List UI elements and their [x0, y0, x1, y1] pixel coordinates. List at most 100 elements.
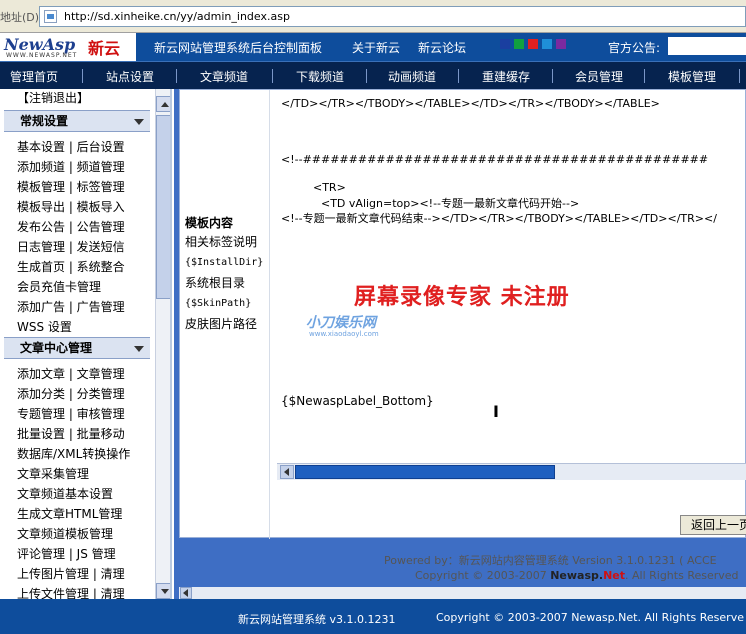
nav-divider: [644, 69, 645, 83]
sidebar-item[interactable]: 添加文章 | 文章管理: [17, 365, 125, 382]
sidebar-item[interactable]: 模板导出 | 模板导入: [17, 198, 125, 215]
nav-divider: [366, 69, 367, 83]
scroll-left-button[interactable]: [280, 465, 294, 479]
sidebar-item[interactable]: WSS 设置: [17, 318, 72, 335]
text-cursor-icon: I: [493, 402, 499, 421]
sidebar-item[interactable]: 上传图片管理 | 清理: [17, 565, 125, 582]
copyright-net: Net: [603, 569, 625, 582]
footer-version: 新云网站管理系统 v3.1.0.1231: [238, 613, 396, 626]
scroll-down-button[interactable]: [156, 583, 170, 599]
announcement-box: [668, 37, 746, 55]
sidebar-item[interactable]: 评论管理 | JS 管理: [17, 545, 116, 562]
sidebar-scrollbar[interactable]: [155, 89, 170, 599]
code-line: </TD></TR></TBODY></TABLE></TD></TR></TB…: [281, 97, 660, 110]
url-text: http://sd.xinheike.cn/yy/admin_index.asp: [64, 10, 290, 23]
sidebar-item[interactable]: 文章采集管理: [17, 465, 89, 482]
sidebar-section-articles[interactable]: 文章中心管理: [4, 337, 150, 359]
logo: NewAsp 新云 WWW.NEWASP.NET: [0, 33, 136, 61]
copyright-prefix: Copyright © 2003-2007: [415, 569, 551, 582]
nav-item-articles[interactable]: 文章频道: [200, 68, 248, 85]
nav-item-members[interactable]: 会员管理: [575, 68, 623, 85]
sidebar-item[interactable]: 生成首页 | 系统整合: [17, 258, 125, 275]
main-horizontal-scrollbar[interactable]: [179, 587, 746, 599]
url-field[interactable]: http://sd.xinheike.cn/yy/admin_index.asp: [39, 6, 746, 27]
sidebar-item[interactable]: 模板管理 | 标签管理: [17, 178, 125, 195]
sidebar-item[interactable]: 添加广告 | 广告管理: [17, 298, 125, 315]
tag-heading: 模板内容: [185, 216, 234, 230]
related-tags-label: 相关标签说明: [185, 235, 258, 249]
template-panel: 模板内容 相关标签说明 {$InstallDir} 系统根目录 {$SkinPa…: [179, 89, 746, 539]
nav-item-home[interactable]: 管理首页: [10, 68, 58, 85]
watermark-url: www.xiaodaoyl.com: [309, 330, 379, 338]
theme-swatch-5[interactable]: [556, 39, 566, 49]
scroll-thumb[interactable]: [295, 465, 555, 479]
template-editor[interactable]: </TD></TR></TBODY></TABLE></TD></TR></TB…: [275, 90, 746, 482]
copyright-brand: Newasp.: [550, 569, 604, 582]
editor-horizontal-scrollbar[interactable]: [277, 463, 746, 480]
powered-by: Powered by：新云网站内容管理系统 Version 3.1.0.1231…: [384, 554, 717, 567]
sidebar-item[interactable]: 基本设置 | 后台设置: [17, 138, 125, 155]
sidebar-item[interactable]: 会员充值卡管理: [17, 278, 101, 295]
sidebar-item[interactable]: 文章频道模板管理: [17, 525, 113, 542]
tag-skin-path-desc: 皮肤图片路径: [185, 317, 258, 331]
theme-swatch-1[interactable]: [500, 39, 510, 49]
tag-install-dir[interactable]: {$InstallDir}: [185, 257, 263, 268]
sidebar-item[interactable]: 日志管理 | 发送短信: [17, 238, 125, 255]
header-title: 新云网站管理系统后台控制面板: [154, 41, 323, 55]
main-nav: 管理首页 站点设置 文章频道 下载频道 动画频道 重建缓存 会员管理 模板管理: [0, 61, 746, 89]
sidebar-item[interactable]: 发布公告 | 公告管理: [17, 218, 125, 235]
scroll-thumb[interactable]: [156, 115, 170, 299]
footer-bar: 新云网站管理系统 v3.1.0.1231 Copyright © 2003-20…: [0, 599, 746, 634]
main-area: 模板内容 相关标签说明 {$InstallDir} 系统根目录 {$SkinPa…: [174, 89, 746, 599]
sidebar: 【注销退出】 常规设置 基本设置 | 后台设置 添加频道 | 频道管理 模板管理…: [0, 89, 172, 599]
footer-copyright: Copyright © 2003-2007 Newasp.Net. All Ri…: [436, 611, 744, 624]
section-title: 常规设置: [20, 114, 69, 128]
watermark-sub: 小刀娱乐网: [306, 315, 376, 331]
theme-swatch-2[interactable]: [514, 39, 524, 49]
sidebar-item[interactable]: 批量设置 | 批量移动: [17, 425, 125, 442]
theme-swatch-3[interactable]: [528, 39, 538, 49]
sidebar-item[interactable]: 添加分类 | 分类管理: [17, 385, 125, 402]
section-title: 文章中心管理: [20, 341, 93, 355]
sidebar-item[interactable]: 专题管理 | 审核管理: [17, 405, 125, 422]
nav-divider: [458, 69, 459, 83]
nav-divider: [82, 69, 83, 83]
arrow-up-icon: [161, 102, 169, 107]
tag-skin-path[interactable]: {$SkinPath}: [185, 298, 251, 309]
nav-item-flash[interactable]: 动画频道: [388, 68, 436, 85]
tag-column: 模板内容 相关标签说明 {$InstallDir} 系统根目录 {$SkinPa…: [180, 90, 270, 539]
logout-link[interactable]: 【注销退出】: [17, 89, 89, 106]
code-line: <!--####################################…: [281, 153, 709, 166]
watermark-main: 屏幕录像专家 未注册: [354, 284, 570, 310]
nav-item-site-settings[interactable]: 站点设置: [106, 68, 154, 85]
arrow-down-icon: [161, 589, 169, 594]
sidebar-item[interactable]: 数据库/XML转换操作: [17, 445, 130, 462]
nav-divider: [739, 69, 740, 83]
sidebar-item[interactable]: 文章频道基本设置: [17, 485, 113, 502]
code-line: <!--专题一最新文章代码结束--></TD></TR></TBODY></TA…: [281, 212, 717, 225]
scroll-up-button[interactable]: [156, 96, 170, 112]
sidebar-item[interactable]: 添加频道 | 频道管理: [17, 158, 125, 175]
nav-item-templates[interactable]: 模板管理: [668, 68, 716, 85]
code-line: {$NewaspLabel_Bottom}: [281, 394, 434, 408]
code-line: <TD vAlign=top><!--专题一最新文章代码开始-->: [321, 197, 580, 210]
scroll-left-button[interactable]: [180, 587, 192, 599]
copyright-suffix: . All Rights Reserved: [625, 569, 739, 582]
back-button[interactable]: 返回上一页: [680, 515, 746, 535]
copyright: Copyright © 2003-2007 Newasp.Net. All Ri…: [415, 569, 739, 582]
browser-address-bar: 地址(D) http://sd.xinheike.cn/yy/admin_ind…: [0, 0, 746, 33]
header-bar: NewAsp 新云 WWW.NEWASP.NET 新云网站管理系统后台控制面板 …: [0, 33, 746, 61]
chevron-down-icon: [134, 119, 144, 125]
sidebar-section-general[interactable]: 常规设置: [4, 110, 150, 132]
nav-item-downloads[interactable]: 下载频道: [296, 68, 344, 85]
nav-divider: [552, 69, 553, 83]
chevron-down-icon: [134, 346, 144, 352]
logo-cn: 新云: [88, 39, 121, 58]
theme-swatch-4[interactable]: [542, 39, 552, 49]
sidebar-item[interactable]: 生成文章HTML管理: [17, 505, 122, 522]
announce-label: 官方公告:: [608, 41, 661, 55]
sidebar-item[interactable]: 上传文件管理 | 清理: [17, 585, 125, 599]
about-link[interactable]: 关于新云: [352, 39, 400, 56]
forum-link[interactable]: 新云论坛: [418, 39, 466, 56]
nav-item-rebuild-cache[interactable]: 重建缓存: [482, 68, 530, 85]
